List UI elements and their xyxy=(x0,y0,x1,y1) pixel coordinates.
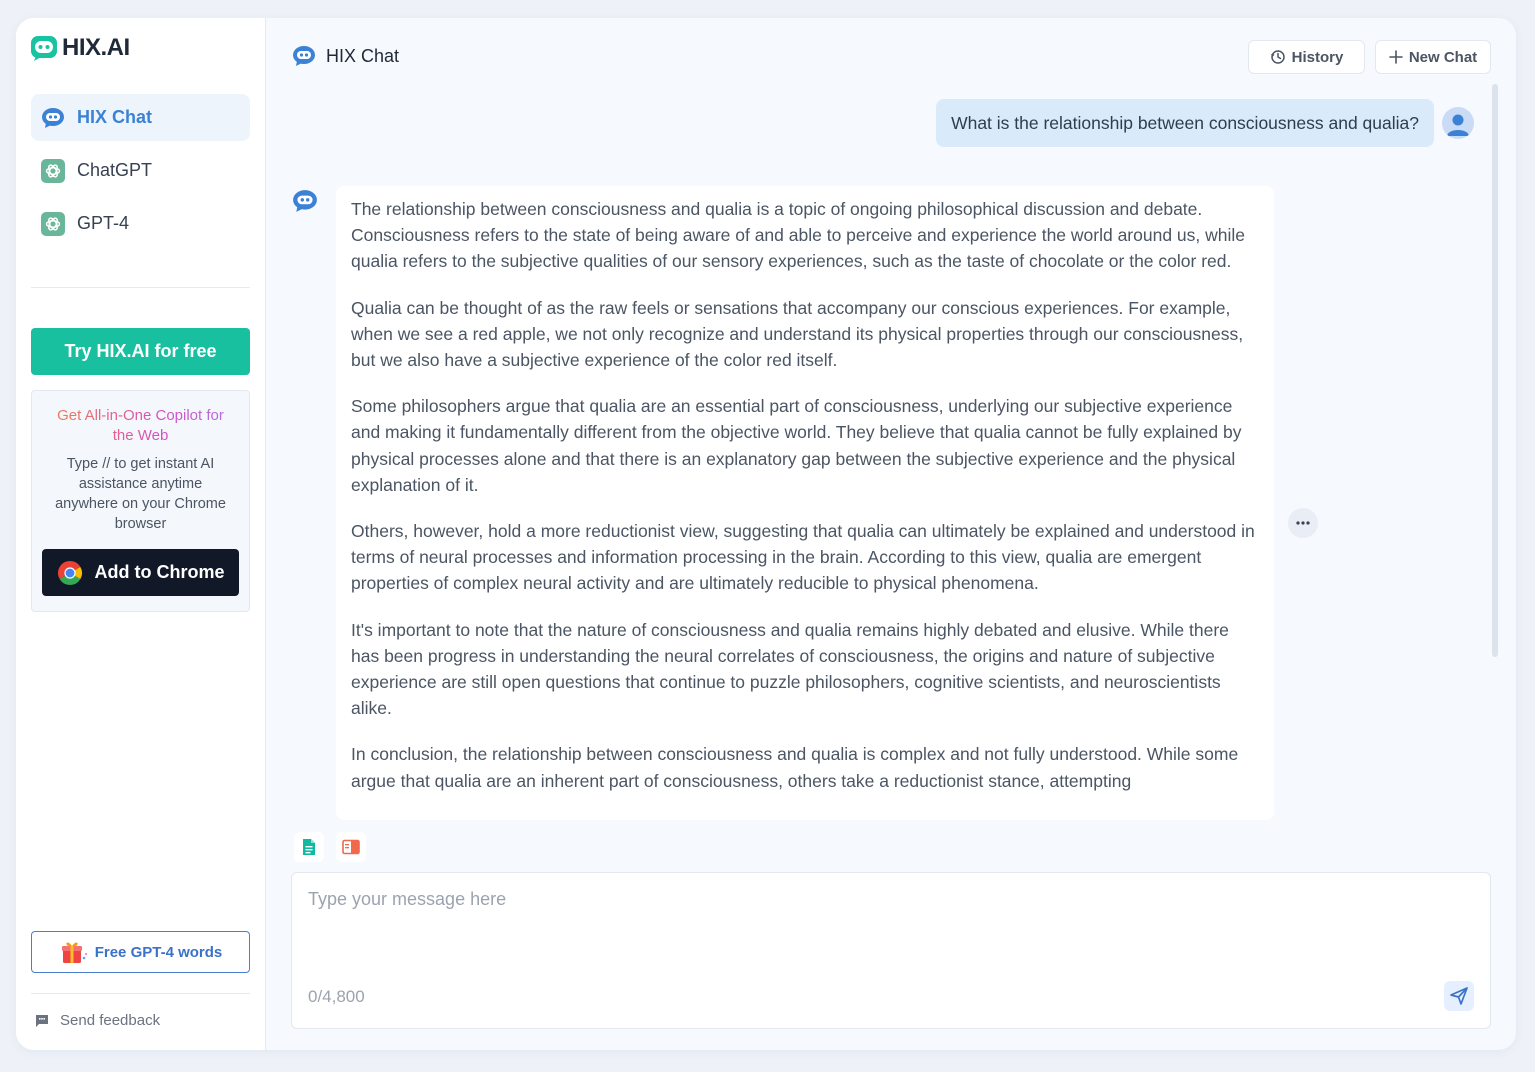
add-to-chrome-button[interactable]: Add to Chrome xyxy=(42,549,239,596)
answer-paragraph: It's important to note that the nature o… xyxy=(351,619,1229,719)
answer-paragraph: In conclusion, the relationship between … xyxy=(351,744,1239,791)
chat-bubble-icon xyxy=(293,190,317,212)
hix-logo-icon xyxy=(31,36,57,61)
add-to-chrome-label: Add to Chrome xyxy=(94,562,225,582)
user-message-text: What is the relationship between conscio… xyxy=(951,112,1419,133)
history-button[interactable]: History xyxy=(1248,40,1365,74)
assistant-avatar xyxy=(292,188,318,219)
sidebar-nav: HIX Chat ChatGPT GPT-4 xyxy=(31,94,250,253)
sidebar-divider xyxy=(31,287,250,288)
message-input[interactable] xyxy=(292,873,1490,973)
openai-icon xyxy=(41,158,65,183)
promo-title: Get All-in-One Copilot for the Web xyxy=(32,406,249,446)
openai-icon xyxy=(41,211,65,236)
chat-main: HIX Chat History New Chat What is the re… xyxy=(266,18,1516,1050)
sidebar-item-label: HIX Chat xyxy=(77,107,153,127)
user-avatar[interactable] xyxy=(1442,107,1474,139)
send-button[interactable] xyxy=(1444,981,1474,1011)
answer-paragraph: Others, however, hold a more reductionis… xyxy=(351,521,1255,594)
new-chat-label: New Chat xyxy=(1408,48,1478,66)
answer-paragraph: The relationship between consciousness a… xyxy=(351,199,1246,272)
document-icon xyxy=(303,839,315,855)
user-message-bubble: What is the relationship between conscio… xyxy=(936,99,1434,147)
history-label: History xyxy=(1291,48,1344,66)
sidebar-item-hix-chat[interactable]: HIX Chat xyxy=(31,94,250,141)
chat-bubble-icon xyxy=(41,106,65,130)
assistant-message-bubble: The relationship between consciousness a… xyxy=(336,186,1274,820)
answer-paragraph: Qualia can be thought of as the raw feel… xyxy=(351,297,1244,371)
sidebar: HIX.AI HIX Chat ChatGPT GPT-4 Try HIX.AI… xyxy=(16,18,266,1050)
app-window: HIX.AI HIX Chat ChatGPT GPT-4 Try HIX.AI… xyxy=(16,18,1516,1050)
message-more-button[interactable] xyxy=(1288,508,1318,538)
chat-scrollbar[interactable] xyxy=(1492,84,1498,657)
send-feedback-label: Send feedback xyxy=(60,1012,161,1029)
sidebar-item-label: ChatGPT xyxy=(77,160,153,180)
page-title: HIX Chat xyxy=(292,44,399,68)
try-free-button[interactable]: Try HIX.AI for free xyxy=(31,328,250,375)
sidebar-item-chatgpt[interactable]: ChatGPT xyxy=(31,147,250,194)
plus-icon xyxy=(1389,50,1403,64)
send-feedback-link[interactable]: Send feedback xyxy=(34,1012,160,1029)
document-tool-button[interactable] xyxy=(294,832,324,862)
promo-description: Type // to get instant AI assistance any… xyxy=(55,456,226,532)
sidebar-divider xyxy=(31,993,250,994)
more-dots-icon xyxy=(1296,521,1310,525)
copilot-promo-card: Get All-in-One Copilot for the Web Type … xyxy=(31,390,250,612)
free-gpt4-words-button[interactable]: Free GPT-4 words xyxy=(31,931,250,973)
reader-tool-button[interactable] xyxy=(336,832,366,862)
character-counter: 0/4,800 xyxy=(308,987,365,1006)
brand-name: HIX.AI xyxy=(62,34,130,61)
gift-icon xyxy=(61,942,87,963)
brand-logo[interactable]: HIX.AI xyxy=(30,34,130,62)
chrome-icon xyxy=(57,560,82,585)
send-icon xyxy=(1450,987,1468,1005)
free-gpt4-words-label: Free GPT-4 words xyxy=(94,943,223,961)
message-composer: 0/4,800 xyxy=(291,872,1491,1029)
user-icon xyxy=(1447,114,1469,136)
chat-bubble-icon xyxy=(293,46,315,66)
new-chat-button[interactable]: New Chat xyxy=(1375,40,1491,74)
composer-toolbar xyxy=(294,832,366,862)
sidebar-item-gpt-4[interactable]: GPT-4 xyxy=(31,200,250,247)
book-icon xyxy=(342,839,360,855)
sidebar-item-label: GPT-4 xyxy=(77,213,130,233)
answer-paragraph: Some philosophers argue that qualia are … xyxy=(351,396,1242,495)
history-icon xyxy=(1270,50,1285,64)
feedback-icon xyxy=(36,1014,48,1027)
page-title-text: HIX Chat xyxy=(326,45,400,66)
